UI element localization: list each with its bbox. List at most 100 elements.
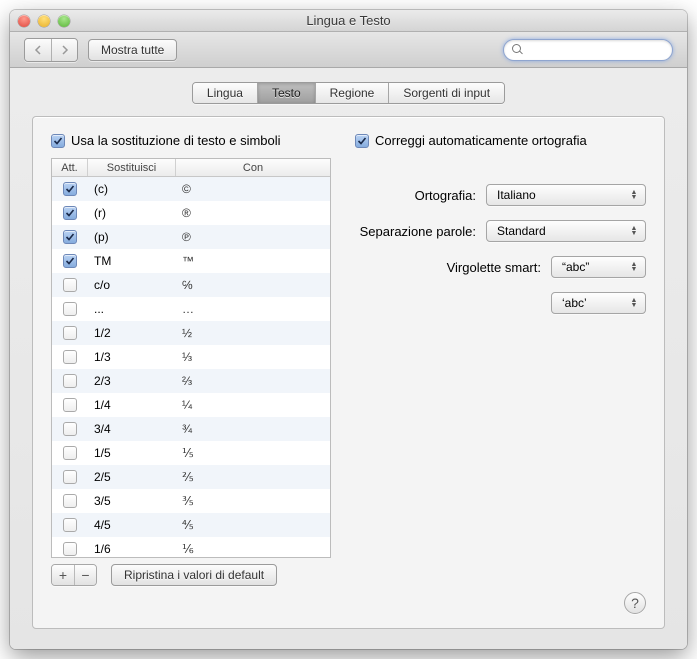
row-with-text[interactable]: ⅔ bbox=[176, 374, 330, 388]
tab-sorgenti[interactable]: Sorgenti di input bbox=[388, 83, 504, 103]
settings-panel: Usa la sostituzione di testo e simboli A… bbox=[32, 116, 665, 629]
row-enabled-checkbox[interactable] bbox=[63, 302, 77, 316]
add-button[interactable]: + bbox=[52, 565, 74, 585]
table-row[interactable]: (p)℗ bbox=[52, 225, 330, 249]
row-with-text[interactable]: ¼ bbox=[176, 398, 330, 412]
table-row[interactable]: 3/5⅗ bbox=[52, 489, 330, 513]
row-replace-text[interactable]: (r) bbox=[88, 206, 176, 220]
row-with-text[interactable]: ¾ bbox=[176, 422, 330, 436]
table-row[interactable]: ...… bbox=[52, 297, 330, 321]
table-row[interactable]: 4/5⅘ bbox=[52, 513, 330, 537]
row-with-text[interactable]: © bbox=[176, 182, 330, 196]
add-remove-buttons: + − bbox=[51, 564, 97, 586]
table-row[interactable]: c/o℅ bbox=[52, 273, 330, 297]
row-enabled-checkbox[interactable] bbox=[63, 518, 77, 532]
row-enabled-checkbox[interactable] bbox=[63, 326, 77, 340]
row-with-text[interactable]: ® bbox=[176, 206, 330, 220]
table-row[interactable]: 1/5⅕ bbox=[52, 441, 330, 465]
table-row[interactable]: 1/4¼ bbox=[52, 393, 330, 417]
back-button[interactable] bbox=[25, 39, 51, 61]
table-row[interactable]: TM™ bbox=[52, 249, 330, 273]
row-replace-text[interactable]: (p) bbox=[88, 230, 176, 244]
smartquotes-label: Virgolette smart: bbox=[447, 260, 541, 275]
row-replace-text[interactable]: 1/3 bbox=[88, 350, 176, 364]
use-substitution-checkbox[interactable] bbox=[51, 134, 65, 148]
row-enabled-checkbox[interactable] bbox=[63, 350, 77, 364]
help-button[interactable]: ? bbox=[624, 592, 646, 614]
table-row[interactable]: 2/3⅔ bbox=[52, 369, 330, 393]
row-with-text[interactable]: ⅙ bbox=[176, 542, 330, 556]
row-replace-text[interactable]: 2/3 bbox=[88, 374, 176, 388]
row-replace-text[interactable]: 3/5 bbox=[88, 494, 176, 508]
column-header-con[interactable]: Con bbox=[176, 159, 330, 176]
smartquotes-single-select[interactable]: ‘abc’ ▲▼ bbox=[551, 292, 646, 314]
tab-lingua[interactable]: Lingua bbox=[193, 83, 257, 103]
row-replace-text[interactable]: 1/2 bbox=[88, 326, 176, 340]
autocorrect-checkbox[interactable] bbox=[355, 134, 369, 148]
row-with-text[interactable]: ⅖ bbox=[176, 470, 330, 484]
row-with-text[interactable]: ⅗ bbox=[176, 494, 330, 508]
table-row[interactable]: 1/2½ bbox=[52, 321, 330, 345]
remove-button[interactable]: − bbox=[74, 565, 96, 585]
row-enabled-checkbox[interactable] bbox=[63, 182, 77, 196]
row-with-text[interactable]: ℅ bbox=[176, 278, 330, 292]
row-enabled-checkbox[interactable] bbox=[63, 470, 77, 484]
row-with-text[interactable]: ⅓ bbox=[176, 350, 330, 364]
row-replace-text[interactable]: 3/4 bbox=[88, 422, 176, 436]
row-replace-text[interactable]: ... bbox=[88, 302, 176, 316]
traffic-lights bbox=[10, 15, 70, 27]
table-row[interactable]: 1/3⅓ bbox=[52, 345, 330, 369]
row-enabled-checkbox[interactable] bbox=[63, 206, 77, 220]
row-enabled-checkbox[interactable] bbox=[63, 398, 77, 412]
search-field[interactable] bbox=[503, 39, 673, 61]
row-enabled-checkbox[interactable] bbox=[63, 422, 77, 436]
smartquotes-double-value: “abc” bbox=[562, 260, 589, 274]
tab-regione[interactable]: Regione bbox=[315, 83, 389, 103]
row-replace-text[interactable]: 1/6 bbox=[88, 542, 176, 556]
row-enabled-checkbox[interactable] bbox=[63, 542, 77, 556]
zoom-window-button[interactable] bbox=[58, 15, 70, 27]
table-row[interactable]: 2/5⅖ bbox=[52, 465, 330, 489]
spelling-select[interactable]: Italiano ▲▼ bbox=[486, 184, 646, 206]
row-with-text[interactable]: ½ bbox=[176, 326, 330, 340]
row-replace-text[interactable]: 1/5 bbox=[88, 446, 176, 460]
show-all-button[interactable]: Mostra tutte bbox=[88, 39, 177, 61]
titlebar: Lingua e Testo bbox=[10, 10, 687, 32]
row-with-text[interactable]: ℗ bbox=[176, 230, 330, 244]
row-replace-text[interactable]: TM bbox=[88, 254, 176, 268]
table-row[interactable]: 3/4¾ bbox=[52, 417, 330, 441]
table-row[interactable]: 1/6⅙ bbox=[52, 537, 330, 557]
restore-defaults-button[interactable]: Ripristina i valori di default bbox=[111, 564, 277, 586]
row-enabled-checkbox[interactable] bbox=[63, 446, 77, 460]
row-enabled-checkbox[interactable] bbox=[63, 374, 77, 388]
column-header-sostituisci[interactable]: Sostituisci bbox=[88, 159, 176, 176]
table-row[interactable]: (r)® bbox=[52, 201, 330, 225]
row-enabled-checkbox[interactable] bbox=[63, 254, 77, 268]
forward-button[interactable] bbox=[51, 39, 77, 61]
search-input[interactable] bbox=[518, 43, 673, 57]
row-with-text[interactable]: … bbox=[176, 302, 330, 316]
tab-testo[interactable]: Testo bbox=[257, 83, 315, 103]
wordbreak-select[interactable]: Standard ▲▼ bbox=[486, 220, 646, 242]
close-window-button[interactable] bbox=[18, 15, 30, 27]
row-enabled-checkbox[interactable] bbox=[63, 494, 77, 508]
row-enabled-checkbox[interactable] bbox=[63, 278, 77, 292]
row-replace-text[interactable]: 2/5 bbox=[88, 470, 176, 484]
toolbar: Mostra tutte bbox=[10, 32, 687, 68]
row-with-text[interactable]: ⅕ bbox=[176, 446, 330, 460]
row-replace-text[interactable]: 4/5 bbox=[88, 518, 176, 532]
minimize-window-button[interactable] bbox=[38, 15, 50, 27]
row-replace-text[interactable]: 1/4 bbox=[88, 398, 176, 412]
preferences-window: Lingua e Testo Mostra tutte Lingua Testo… bbox=[10, 10, 687, 649]
chevron-right-icon bbox=[61, 45, 69, 55]
row-with-text[interactable]: ™ bbox=[176, 254, 330, 268]
checkmark-icon bbox=[357, 136, 367, 146]
column-header-att[interactable]: Att. bbox=[52, 159, 88, 176]
smartquotes-double-select[interactable]: “abc” ▲▼ bbox=[551, 256, 646, 278]
row-replace-text[interactable]: c/o bbox=[88, 278, 176, 292]
row-enabled-checkbox[interactable] bbox=[63, 230, 77, 244]
wordbreak-value: Standard bbox=[497, 224, 546, 238]
row-replace-text[interactable]: (c) bbox=[88, 182, 176, 196]
table-row[interactable]: (c)© bbox=[52, 177, 330, 201]
row-with-text[interactable]: ⅘ bbox=[176, 518, 330, 532]
